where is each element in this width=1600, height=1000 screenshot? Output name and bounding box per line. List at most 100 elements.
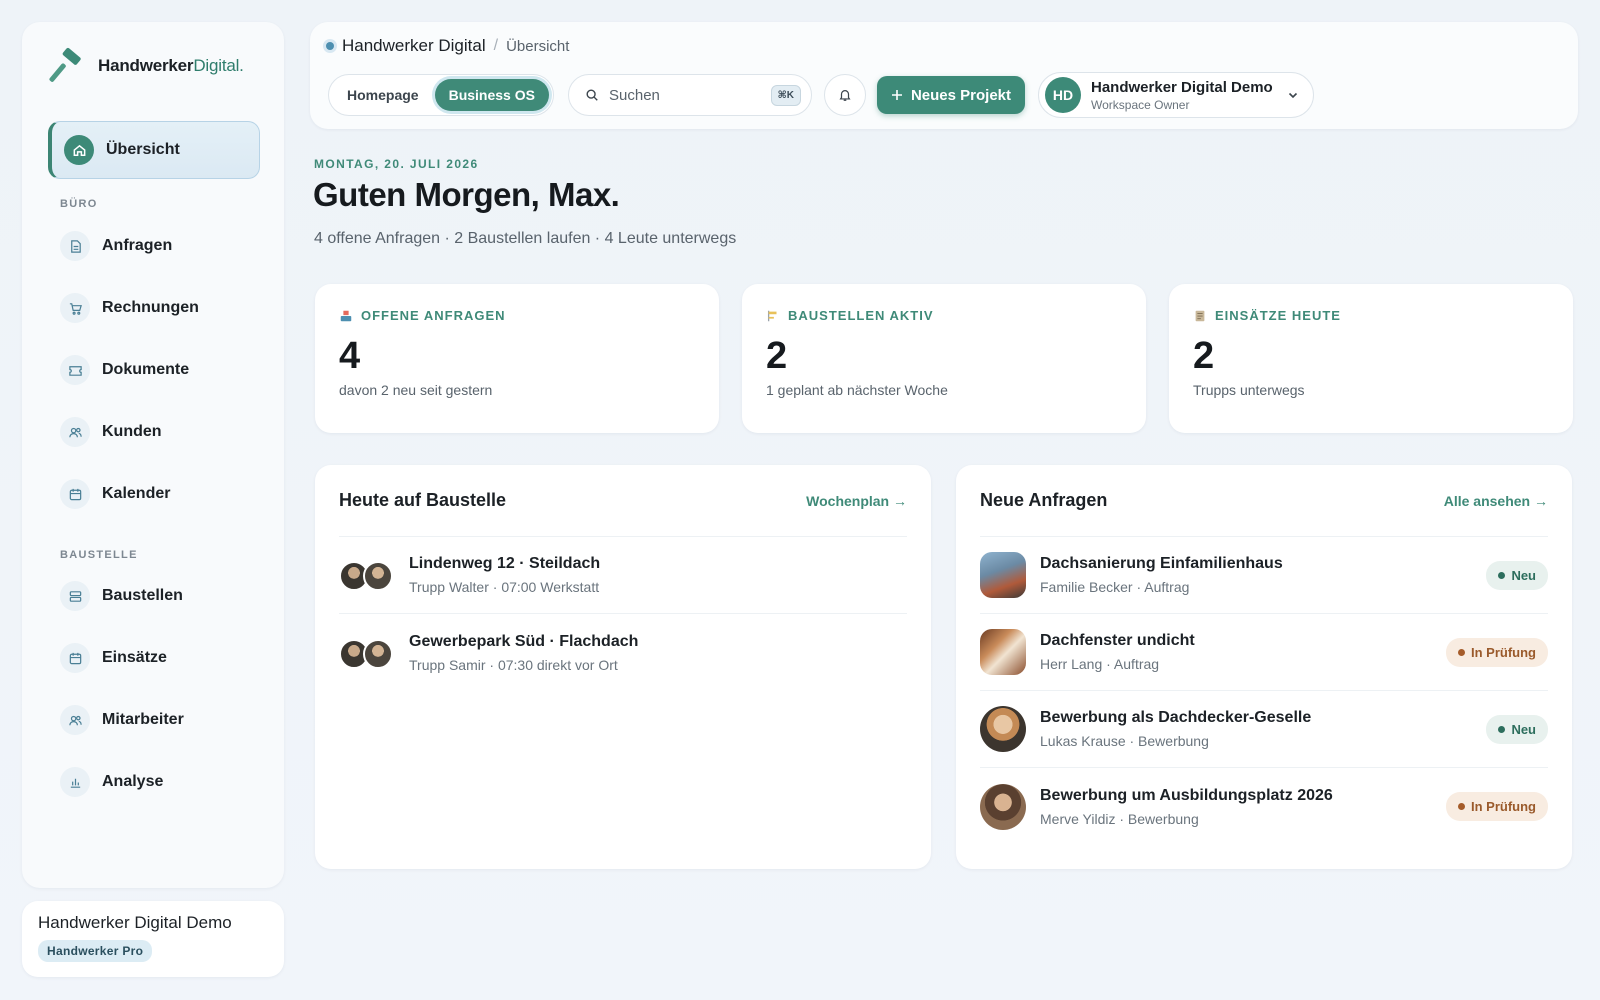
sidebar-item-dokumente[interactable]: Dokumente xyxy=(60,354,189,386)
list-item[interactable]: Lindenweg 12 · Steildach Trupp Walter · … xyxy=(339,537,907,614)
sidebar-item-label: Rechnungen xyxy=(102,299,199,316)
stat-card-einsaetze-heute[interactable]: EINSÄTZE HEUTE 2 Trupps unterwegs xyxy=(1169,284,1573,433)
panel-title: Heute auf Baustelle xyxy=(339,490,507,510)
section-title-baustelle: BAUSTELLE xyxy=(60,549,138,561)
list-item[interactable]: Bewerbung als Dachdecker-Geselle Lukas K… xyxy=(980,691,1548,768)
cart-icon xyxy=(60,293,90,323)
request-title: Bewerbung als Dachdecker-Geselle xyxy=(1040,709,1312,726)
user-menu[interactable]: HD Handwerker Digital Demo Workspace Own… xyxy=(1038,72,1314,118)
request-thumbnail xyxy=(980,629,1026,675)
plus-icon xyxy=(891,90,902,100)
sidebar-item-mitarbeiter[interactable]: Mitarbeiter xyxy=(60,704,184,736)
stat-subtext: Trupps unterwegs xyxy=(1193,382,1305,398)
chevron-down-icon xyxy=(1288,92,1298,99)
status-badge: Neu xyxy=(1486,714,1548,744)
list-item[interactable]: Gewerbepark Süd · Flachdach Trupp Samir … xyxy=(339,614,907,691)
hammer-icon xyxy=(49,47,81,82)
sidebar-item-uebersicht[interactable]: Übersicht xyxy=(48,121,260,179)
tab-business-os[interactable]: Business OS xyxy=(434,79,549,111)
notebook-icon xyxy=(1195,310,1205,321)
list-item[interactable]: Dachfenster undicht Herr Lang · Auftrag … xyxy=(980,614,1548,691)
breadcrumb-root[interactable]: Handwerker Digital xyxy=(342,36,486,56)
request-title: Dachfenster undicht xyxy=(1040,632,1195,649)
construction-icon xyxy=(767,310,777,321)
sidebar-item-label: Dokumente xyxy=(102,361,190,378)
status-badge: Neu xyxy=(1486,560,1548,590)
stat-card-offene-anfragen[interactable]: OFFENE ANFRAGEN 4 davon 2 neu seit geste… xyxy=(315,284,719,433)
sidebar-item-analyse[interactable]: Analyse xyxy=(60,766,163,798)
stat-card-baustellen-aktiv[interactable]: BAUSTELLEN AKTIV 2 1 geplant ab nächster… xyxy=(742,284,1146,433)
site-subtitle: Trupp Walter · 07:00 Werkstatt xyxy=(409,579,600,595)
sidebar-item-einsaetze[interactable]: Einsätze xyxy=(60,642,167,674)
sidebar-item-label: Mitarbeiter xyxy=(102,711,184,728)
user-name: Handwerker Digital Demo xyxy=(1091,78,1273,96)
crew-avatars xyxy=(339,635,395,671)
stat-value: 4 xyxy=(339,335,361,377)
stat-value: 2 xyxy=(766,335,788,377)
request-title: Dachsanierung Einfamilienhaus xyxy=(1040,555,1283,572)
stat-label: OFFENE ANFRAGEN xyxy=(361,308,506,323)
stat-label: EINSÄTZE HEUTE xyxy=(1215,308,1341,323)
bar-chart-icon xyxy=(60,767,90,797)
sidebar-item-kunden[interactable]: Kunden xyxy=(60,416,162,448)
current-date: MONTAG, 20. JULI 2026 xyxy=(314,157,479,171)
list-item[interactable]: Bewerbung um Ausbildungsplatz 2026 Merve… xyxy=(980,768,1548,845)
section-title-buero: BÜRO xyxy=(60,198,98,210)
workspace-card[interactable]: Handwerker Digital Demo Handwerker Pro xyxy=(22,901,284,977)
sidebar-item-label: Anfragen xyxy=(102,237,173,254)
sidebar-item-label: Baustellen xyxy=(102,587,183,604)
mode-switch: Homepage Business OS xyxy=(328,74,554,116)
sidebar-item-label: Einsätze xyxy=(102,649,167,666)
server-icon xyxy=(60,581,90,611)
document-icon xyxy=(60,231,90,261)
sidebar-item-anfragen[interactable]: Anfragen xyxy=(60,230,172,262)
stat-subtext: davon 2 neu seit gestern xyxy=(339,382,493,398)
request-subtitle: Lukas Krause · Bewerbung xyxy=(1040,733,1209,749)
sidebar-item-rechnungen[interactable]: Rechnungen xyxy=(60,292,199,324)
new-project-button[interactable]: Neues Projekt xyxy=(877,76,1025,114)
new-project-label: Neues Projekt xyxy=(910,86,1012,104)
today-on-site-panel: Heute auf Baustelle Wochenplan → Lindenw… xyxy=(315,465,931,869)
calendar-icon xyxy=(60,479,90,509)
plan-badge: Handwerker Pro xyxy=(38,940,153,962)
weekly-plan-link[interactable]: Wochenplan → xyxy=(806,493,907,509)
applicant-avatar xyxy=(980,783,1026,830)
sidebar-item-kalender[interactable]: Kalender xyxy=(60,478,170,510)
list-item[interactable]: Dachsanierung Einfamilienhaus Familie Be… xyxy=(980,537,1548,614)
tab-homepage[interactable]: Homepage xyxy=(333,79,433,111)
workspace-name: Handwerker Digital Demo xyxy=(38,913,232,932)
summary-text: 4 offene Anfragen · 2 Baustellen laufen … xyxy=(314,230,737,247)
status-badge: In Prüfung xyxy=(1446,637,1548,667)
request-subtitle: Merve Yildiz · Bewerbung xyxy=(1040,810,1199,827)
sidebar-item-label: Kunden xyxy=(102,423,162,440)
brand-logo[interactable]: HandwerkerDigital. xyxy=(48,46,244,86)
breadcrumb-current: Übersicht xyxy=(506,37,570,55)
sidebar-item-label: Übersicht xyxy=(106,141,180,158)
inbox-icon xyxy=(340,310,352,321)
sidebar-item-label: Kalender xyxy=(102,485,171,502)
view-all-link[interactable]: Alle ansehen → xyxy=(1444,493,1548,509)
status-badge: In Prüfung xyxy=(1446,792,1548,821)
search-input[interactable]: Suchen ⌘K xyxy=(568,74,812,116)
search-icon xyxy=(586,89,598,101)
breadcrumb: Handwerker Digital / Übersicht xyxy=(326,36,569,56)
topbar: Handwerker Digital / Übersicht Homepage … xyxy=(310,22,1578,129)
bell-icon xyxy=(839,90,851,101)
notifications-button[interactable] xyxy=(824,74,866,116)
site-title: Lindenweg 12 · Steildach xyxy=(409,555,601,572)
status-dot xyxy=(326,42,334,50)
search-shortcut-badge: ⌘K xyxy=(770,84,801,106)
search-placeholder: Suchen xyxy=(609,86,660,104)
request-thumbnail xyxy=(980,552,1026,598)
ticket-icon xyxy=(60,355,90,385)
site-subtitle: Trupp Samir · 07:30 direkt vor Ort xyxy=(409,656,618,673)
calendar-icon xyxy=(60,643,90,673)
page-title: Guten Morgen, Max. xyxy=(313,176,620,213)
applicant-avatar xyxy=(980,706,1026,752)
breadcrumb-separator: / xyxy=(493,37,499,54)
request-title: Bewerbung um Ausbildungsplatz 2026 xyxy=(1040,786,1333,804)
user-role: Workspace Owner xyxy=(1091,97,1190,112)
stat-label: BAUSTELLEN AKTIV xyxy=(788,308,934,323)
sidebar-item-baustellen[interactable]: Baustellen xyxy=(60,580,183,612)
request-subtitle: Herr Lang · Auftrag xyxy=(1040,656,1160,672)
